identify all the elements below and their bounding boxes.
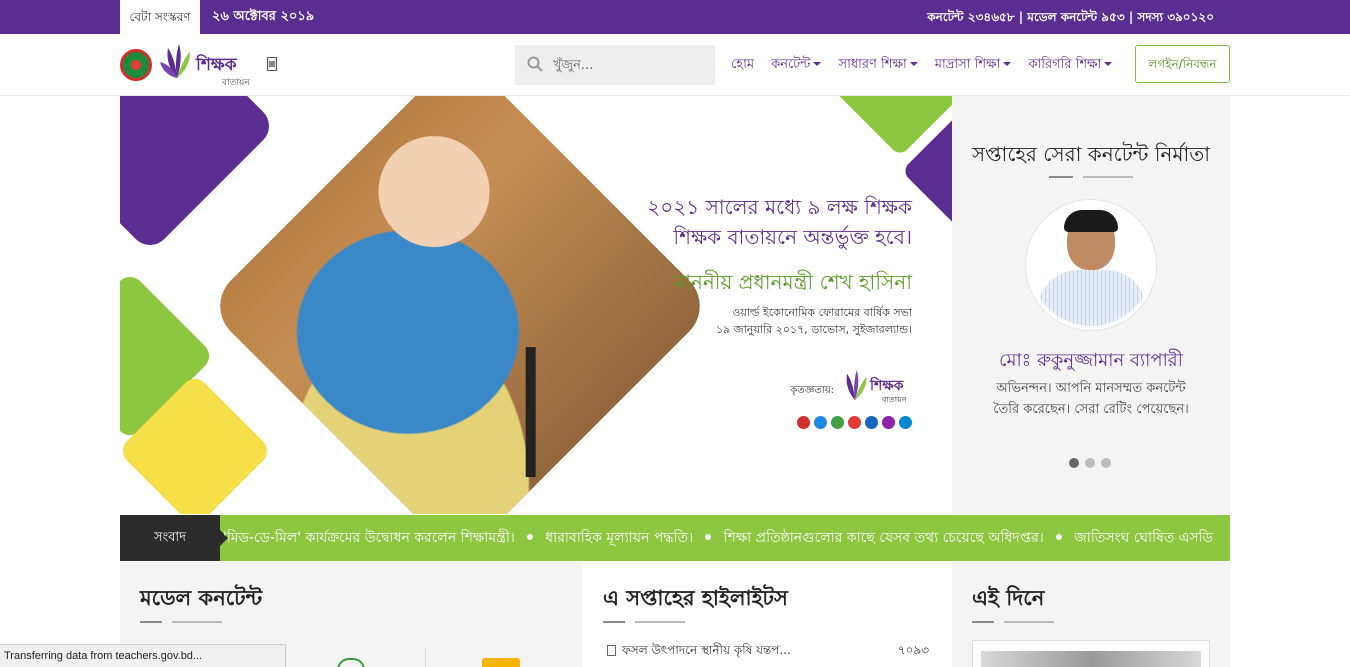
- browser-status-bar: Transferring data from teachers.gov.bd..…: [0, 644, 286, 667]
- title-underline: [635, 621, 685, 623]
- app-qr-icon[interactable]: ▦: [267, 57, 277, 71]
- beta-badge: বেটা সংস্করণ: [120, 0, 200, 34]
- event-date: ১৯ জানুয়ারি ২০১৭, ডাভোস, সুইজারল্যান্ড।: [715, 323, 912, 336]
- nav-label: কারিগরি শিক্ষা: [1028, 56, 1102, 72]
- chevron-down-icon: [1003, 62, 1012, 66]
- nav-general-education[interactable]: সাধারণ শিক্ষা: [838, 55, 918, 76]
- nav-technical-education[interactable]: কারিগরি শিক্ষা: [1028, 55, 1113, 76]
- on-this-day-card[interactable]: [972, 640, 1210, 667]
- bullet-icon: [526, 534, 533, 540]
- government-logo-icon[interactable]: [120, 49, 152, 81]
- highlight-title: ফসল উৎপাদনে স্থানীয় কৃষি যন্তপ...: [622, 643, 791, 657]
- decor-shape: [120, 96, 278, 254]
- title-underline: [603, 621, 625, 623]
- bullet-icon: [1055, 534, 1062, 540]
- banner-line-1: ২০২১ সালের মধ্যে ৯ লক্ষ শিক্ষক: [647, 195, 912, 219]
- news-item[interactable]: 'মিড-ডে-মিল' কার্যক্রমের উদ্বোধন করলেন শ…: [223, 530, 515, 546]
- banner-credit: কৃতজ্ঞতায়: শিক্ষক বাতায়ন: [790, 368, 912, 408]
- credit-logo: শিক্ষক বাতায়ন: [840, 368, 912, 408]
- title-underline: [140, 621, 162, 623]
- title-underline: [1083, 176, 1133, 178]
- weekly-highlights-section: এ সপ্তাহের হাইলাইটস ফসল উৎপাদনে স্থানীয়…: [583, 562, 951, 667]
- partner-logo-icon: [797, 416, 810, 429]
- partner-logo-icon: [831, 416, 844, 429]
- on-this-day-section: এই দিনে: [952, 562, 1230, 667]
- highlight-count: ৭০৯৩: [897, 643, 929, 657]
- news-item[interactable]: শিক্ষা প্রতিষ্ঠানগুলোর কাছে যেসব তথ্য চে…: [724, 530, 1044, 546]
- section-title: এ সপ্তাহের হাইলাইটস: [603, 586, 788, 610]
- carousel-dot[interactable]: [1069, 458, 1079, 468]
- carousel-dots: [1069, 458, 1111, 468]
- chevron-down-icon: [909, 62, 918, 66]
- banner-quote-by: মাননীয় প্রধানমন্ত্রী শেখ হাসিনা: [673, 270, 912, 294]
- highlight-row[interactable]: ফসল উৎপাদনে স্থানীয় কৃষি যন্তপ... ৭০৯৩: [607, 642, 929, 662]
- nav-label: হোম: [731, 56, 755, 72]
- category-icon[interactable]: [337, 658, 365, 667]
- section-title: এই দিনে: [972, 586, 1045, 610]
- lotus-icon: [160, 44, 190, 78]
- search-box: [515, 45, 715, 85]
- top-bar: বেটা সংস্করণ ২৬ অক্টোবর ২০১৯ কনটেন্ট ২৩৪…: [0, 0, 1350, 34]
- event-name: ওয়ার্ল্ড ইকোনোমিক ফোরামের বার্ষিক সভা: [732, 306, 912, 319]
- partner-logo-icon: [882, 416, 895, 429]
- logo-subtitle: বাতায়ন: [222, 78, 250, 88]
- top-creator-panel: সপ্তাহের সেরা কনটেন্ট নির্মাতা মোঃ রুকুন…: [952, 96, 1230, 514]
- category-icon[interactable]: [482, 658, 520, 667]
- creator-description: অভিনন্দন। আপনি মানসম্মত কনটেন্ট তৈরি করে…: [993, 381, 1189, 417]
- nav-label: কনটেন্ট: [771, 56, 811, 72]
- banner-event: ওয়ার্ল্ড ইকোনোমিক ফোরামের বার্ষিক সভা ১…: [716, 304, 912, 338]
- login-register-button[interactable]: লগইন/নিবন্ধন: [1135, 45, 1230, 83]
- page: বেটা সংস্করণ ২৬ অক্টোবর ২০১৯ কনটেন্ট ২৩৪…: [0, 0, 1350, 667]
- partner-logo-icon: [865, 416, 878, 429]
- divider: [425, 648, 426, 667]
- lotus-icon: [846, 370, 867, 401]
- nav-home[interactable]: হোম: [731, 55, 754, 76]
- title-underline: [172, 621, 222, 623]
- partner-logo-icon: [814, 416, 827, 429]
- ticker-label: সংবাদ: [120, 515, 228, 561]
- nav-label: সাধারণ শিক্ষা: [838, 56, 907, 72]
- partner-logo-icon: [848, 416, 861, 429]
- ticker-items: 'মিড-ডে-মিল' কার্যক্রমের উদ্বোধন করলেন শ…: [223, 515, 1221, 561]
- bullet-icon: [705, 534, 712, 540]
- credit-logo-subtitle: বাতায়ন: [882, 395, 907, 404]
- nav-content[interactable]: কনটেন্ট: [771, 55, 822, 76]
- carousel-dot[interactable]: [1085, 458, 1095, 468]
- search-icon[interactable]: [527, 56, 543, 72]
- news-item[interactable]: জাতিসংঘ ঘোষিত এসডি: [1074, 530, 1213, 546]
- partner-logo-icon: [899, 416, 912, 429]
- news-ticker: সংবাদ 'মিড-ডে-মিল' কার্যক্রমের উদ্বোধন ক…: [120, 515, 1230, 561]
- nav-madrasa-education[interactable]: মাদ্রাসা শিক্ষা: [935, 55, 1012, 76]
- title-underline: [1049, 176, 1073, 178]
- section-title: মডেল কনটেন্ট: [140, 586, 263, 610]
- creator-name[interactable]: মোঃ রুকুনুজ্জামান ব্যাপারী: [952, 346, 1230, 377]
- current-date: ২৬ অক্টোবর ২০১৯: [212, 9, 315, 24]
- document-icon: [607, 645, 616, 656]
- news-item[interactable]: ধারাবাহিক মূল্যায়ন পদ্ধতি।: [545, 530, 693, 546]
- search-input[interactable]: [553, 45, 711, 85]
- site-logo[interactable]: শিক্ষক বাতায়ন: [160, 40, 250, 90]
- creator-avatar[interactable]: [1026, 200, 1156, 330]
- carousel-dot[interactable]: [1101, 458, 1111, 468]
- chevron-down-icon: [1104, 62, 1113, 66]
- title-underline: [972, 621, 994, 623]
- site-stats: কনটেন্ট ২৩৪৬৫৮ | মডেল কনটেন্ট ৯৫৩ | সদস্…: [927, 10, 1214, 24]
- title-underline: [1004, 621, 1054, 623]
- partner-logos: [797, 416, 912, 429]
- nav-label: মাদ্রাসা শিক্ষা: [934, 56, 1001, 72]
- panel-title: সপ্তাহের সেরা কনটেন্ট নির্মাতা: [971, 142, 1211, 166]
- banner-photo: [205, 96, 715, 514]
- chevron-down-icon: [813, 62, 822, 66]
- hero-banner[interactable]: ২০২১ সালের মধ্যে ৯ লক্ষ শিক্ষক শিক্ষক বা…: [120, 96, 952, 514]
- credit-label: কৃতজ্ঞতায়:: [790, 385, 834, 396]
- header: শিক্ষক বাতায়ন ▦ হোম কনটেন্ট সাধারণ শিক্…: [0, 34, 1350, 96]
- main-nav: হোম কনটেন্ট সাধারণ শিক্ষা মাদ্রাসা শিক্ষ…: [731, 34, 1129, 96]
- banner-line-2: শিক্ষক বাতায়নে অন্তর্ভুক্ত হবে।: [673, 225, 912, 249]
- banner-headline: ২০২১ সালের মধ্যে ৯ লক্ষ শিক্ষক শিক্ষক বা…: [647, 192, 912, 252]
